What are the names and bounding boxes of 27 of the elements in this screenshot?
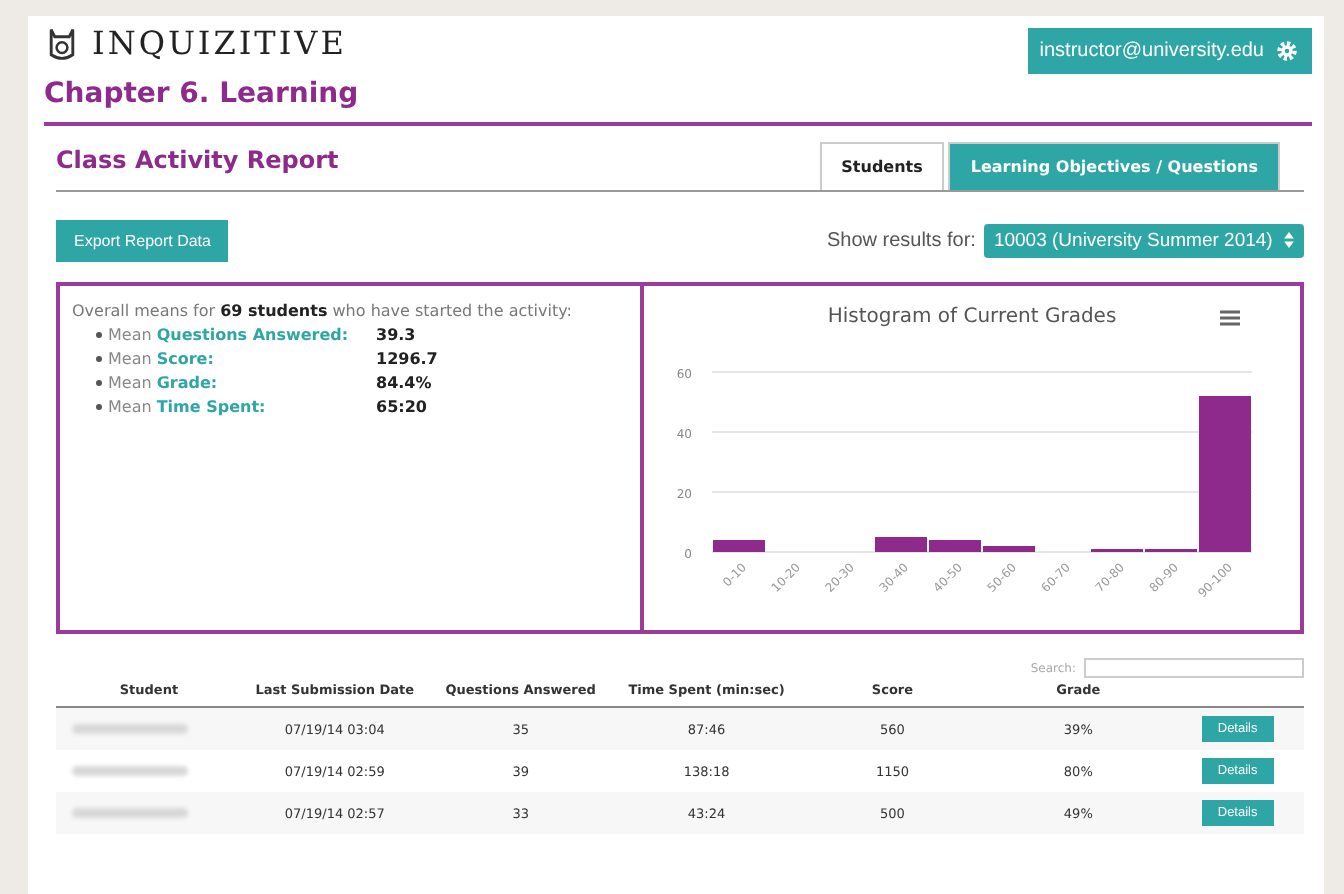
blurred-text-placeholder [72,808,188,818]
metric-value: 84.4% [376,374,432,392]
bullet-icon [96,356,102,362]
metric-label: Mean Grade: [108,374,220,392]
report-title: Class Activity Report [56,146,339,178]
metric-value: 65:20 [376,398,427,416]
tab[interactable]: Students [819,142,945,190]
menu-icon[interactable] [1220,310,1240,326]
summary-intro: Overall means for 69 students who have started the activity: [72,302,574,320]
metric-label: Mean Questions Answered: [108,326,351,344]
metric-label: Mean Time Spent: [108,398,268,416]
metric-value: 1296.7 [376,350,438,368]
bullet-icon [96,332,102,338]
bullet-icon [96,380,102,386]
histogram-bar [713,540,765,552]
bullet-icon [96,404,102,410]
up-down-caret-icon [1284,232,1294,249]
blurred-text-placeholder [72,766,188,776]
blurred-text-placeholder [72,724,188,734]
search-field[interactable] [1084,658,1304,678]
filter-label: Show results for: [826,230,976,252]
metric-label: Mean Score: [108,350,216,368]
metric-value: 39.3 [376,326,416,344]
logo-wordmark: INQUIZITIVE [92,24,347,62]
chapter-title: Chapter 6. Learning [44,78,361,110]
chart-title: Histogram of Current Grades [827,306,1117,328]
settings-icon [1274,38,1300,64]
